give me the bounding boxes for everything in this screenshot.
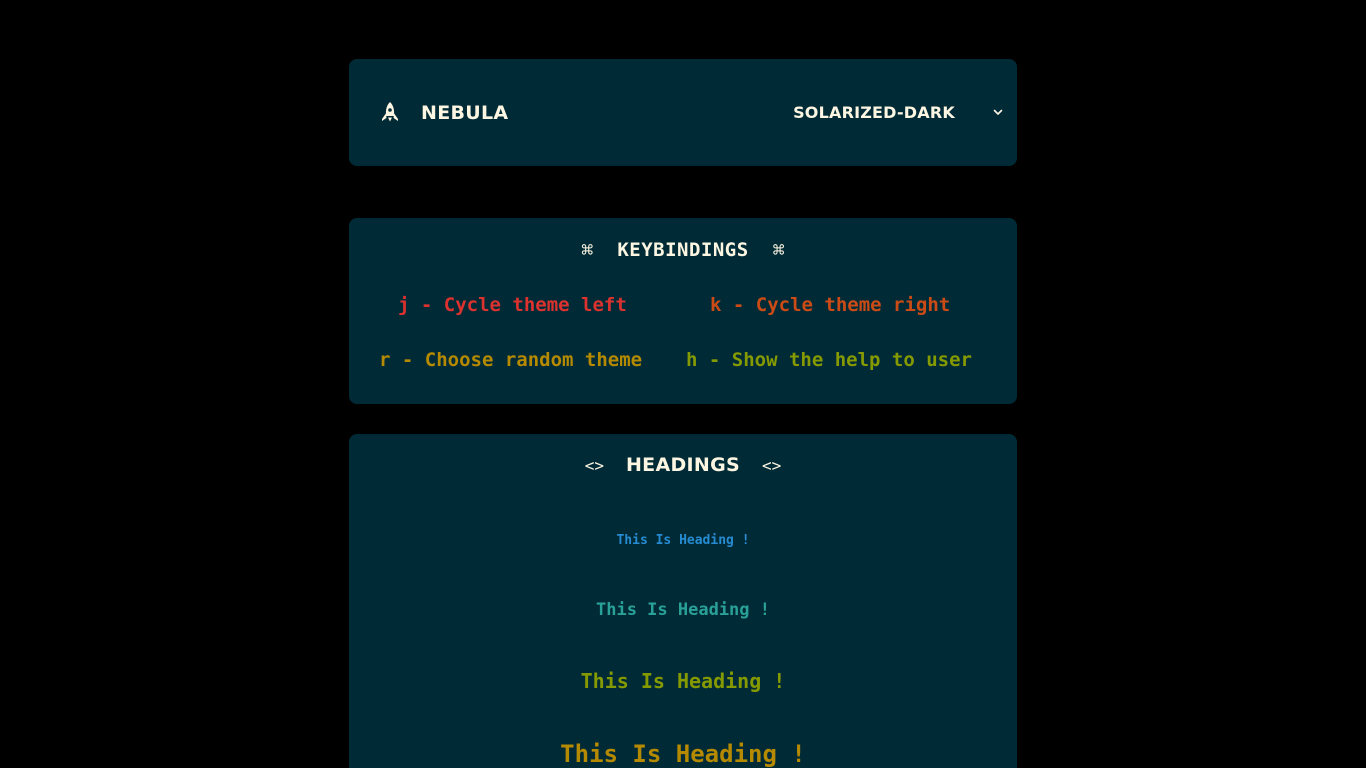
- keybinding-cycle-right[interactable]: k - Cycle theme right: [710, 294, 950, 316]
- headings-title: <> HEADINGS <>: [349, 454, 1017, 476]
- chevron-down-icon: [993, 109, 1003, 115]
- headings-card: <> HEADINGS <> This Is Heading ! This Is…: [349, 434, 1017, 768]
- keybindings-title-text: KEYBINDINGS: [617, 239, 749, 261]
- heading-sample-2: This Is Heading !: [596, 600, 770, 620]
- headings-title-text: HEADINGS: [625, 454, 740, 476]
- theme-select-value: SOLARIZED-DARK: [793, 103, 955, 122]
- brand[interactable]: NEBULA: [381, 101, 509, 124]
- keybindings-title: ⌘ KEYBINDINGS ⌘: [349, 238, 1017, 262]
- brand-name: NEBULA: [421, 101, 509, 124]
- heading-sample-1: This Is Heading !: [616, 533, 750, 548]
- heading-sample-3: This Is Heading !: [580, 669, 786, 693]
- code-icon: <>: [762, 455, 782, 475]
- navbar: NEBULA SOLARIZED-DARK: [349, 59, 1017, 166]
- page: NEBULA SOLARIZED-DARK ⌘ KEYBINDINGS ⌘ j …: [0, 0, 1366, 768]
- command-icon: ⌘: [581, 238, 594, 262]
- code-icon: <>: [584, 455, 604, 475]
- heading-sample-4: This Is Heading !: [560, 740, 806, 768]
- keybinding-show-help[interactable]: h - Show the help to user: [686, 349, 972, 371]
- keybindings-card: ⌘ KEYBINDINGS ⌘ j - Cycle theme left k -…: [349, 218, 1017, 404]
- theme-select[interactable]: SOLARIZED-DARK: [793, 103, 1003, 122]
- command-icon: ⌘: [772, 238, 785, 262]
- keybinding-random-theme[interactable]: r - Choose random theme: [379, 349, 642, 371]
- keybinding-cycle-left[interactable]: j - Cycle theme left: [398, 294, 627, 316]
- rocket-icon: [382, 101, 398, 121]
